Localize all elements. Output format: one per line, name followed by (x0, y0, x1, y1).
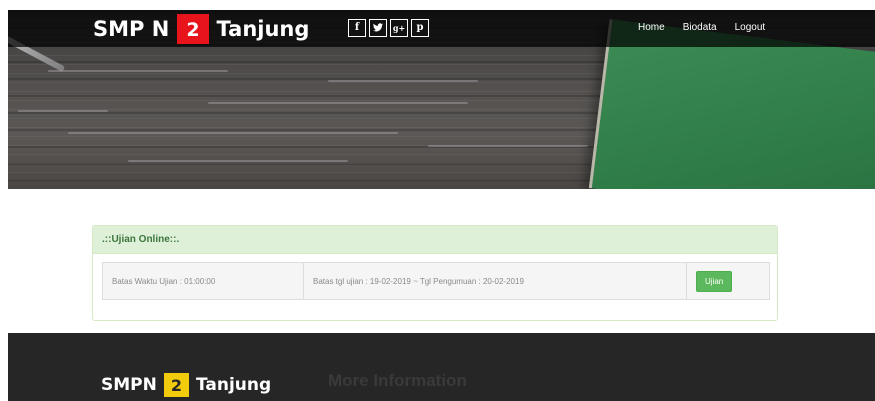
twitter-icon[interactable] (369, 19, 387, 37)
google-plus-icon[interactable]: g+ (390, 19, 408, 37)
social-links: f g+ p (348, 19, 429, 37)
exam-duration: Batas Waktu Ujian : 01:00:00 (103, 263, 304, 299)
facebook-icon[interactable]: f (348, 19, 366, 37)
brand-suffix: Tanjung (216, 17, 310, 41)
top-navbar: SMP N 2 Tanjung f g+ p Home Biodata Logo… (8, 10, 875, 47)
footer-more-information: More Information (328, 371, 467, 390)
footer-brand-suffix: Tanjung (196, 375, 272, 395)
brand-number: 2 (177, 14, 209, 44)
footer: SMPN 2 Tanjung More Information (8, 333, 875, 401)
nav-logout-link[interactable]: Logout (735, 22, 766, 33)
ujian-button[interactable]: Ujian (696, 270, 733, 292)
site-brand[interactable]: SMP N 2 Tanjung (93, 14, 309, 44)
nav-home-link[interactable]: Home (638, 22, 665, 33)
nav-biodata-link[interactable]: Biodata (683, 22, 717, 33)
exam-action-cell: Ujian (687, 263, 769, 299)
hero-banner: SMP N 2 Tanjung f g+ p Home Biodata Logo… (8, 10, 875, 189)
panel-heading: .::Ujian Online::. (93, 226, 777, 254)
footer-brand-prefix: SMPN (101, 375, 157, 395)
footer-brand-number: 2 (163, 373, 189, 397)
exam-dates: Batas tgl ujian : 19-02-2019 ~ Tgl Pengu… (304, 263, 687, 299)
main-nav: Home Biodata Logout (638, 22, 765, 33)
ujian-panel: .::Ujian Online::. Batas Waktu Ujian : 0… (92, 225, 778, 321)
pinterest-icon[interactable]: p (411, 19, 429, 37)
exam-row: Batas Waktu Ujian : 01:00:00 Batas tgl u… (102, 262, 770, 300)
footer-brand: SMPN 2 Tanjung (101, 373, 271, 397)
brand-prefix: SMP N (93, 17, 170, 41)
